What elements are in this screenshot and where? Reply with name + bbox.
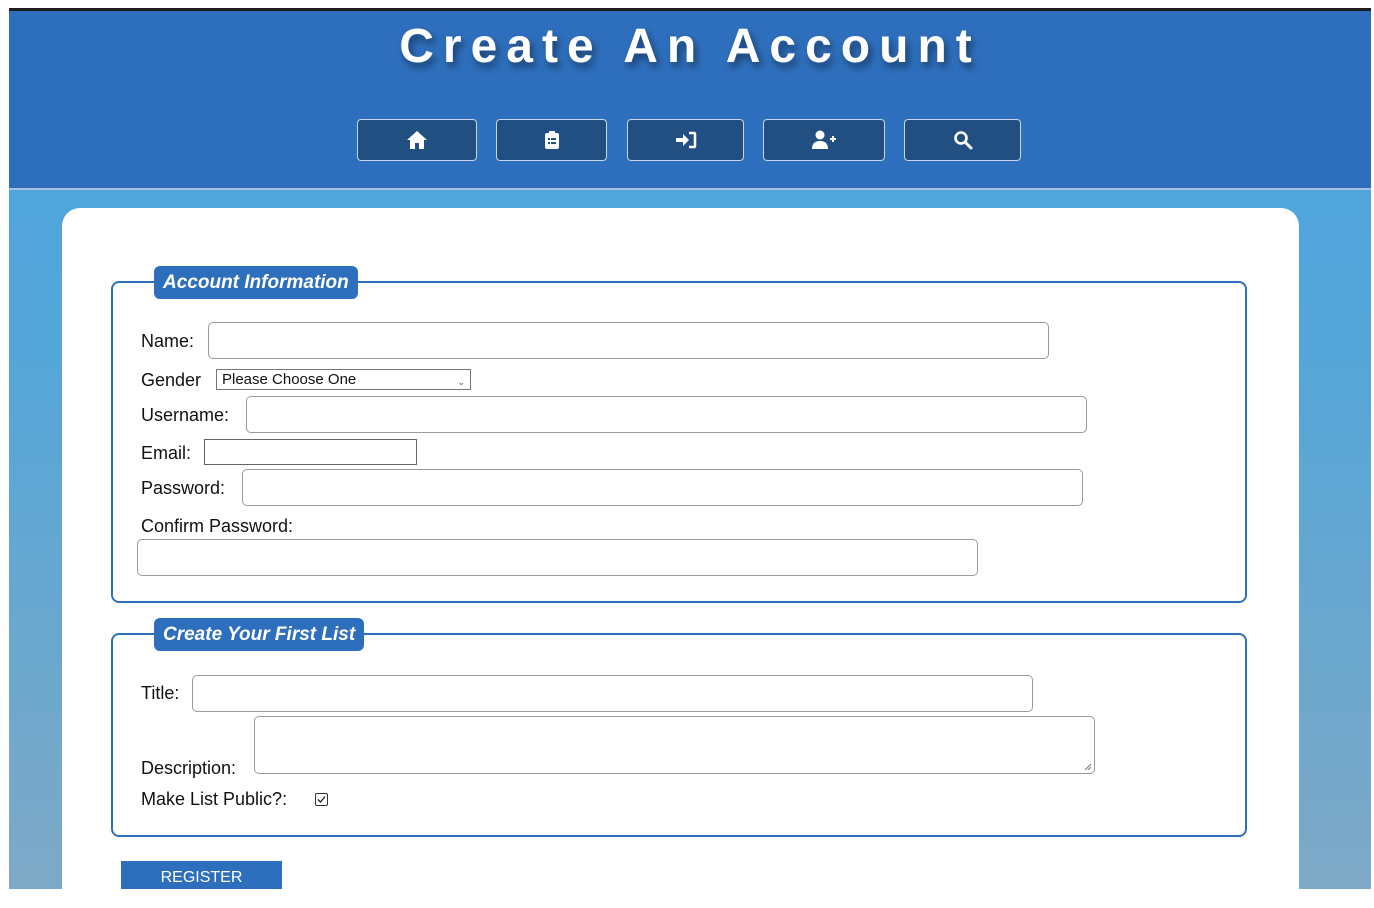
sign-in-icon	[675, 131, 696, 149]
description-label: Description:	[141, 758, 237, 778]
description-textarea[interactable]	[254, 716, 1095, 774]
nav-login-button[interactable]	[627, 119, 744, 161]
home-icon	[407, 131, 427, 149]
nav-register-button[interactable]	[763, 119, 885, 161]
create-first-list-legend: Create Your First List	[154, 618, 365, 651]
gender-select[interactable]: Please Choose One ⌄	[216, 369, 471, 390]
make-public-checkbox[interactable]	[315, 793, 328, 806]
gender-selected-value: Please Choose One	[222, 371, 357, 388]
nav-lists-button[interactable]	[496, 119, 607, 161]
name-label: Name:	[141, 331, 195, 351]
site-header: Create An Account	[9, 8, 1371, 190]
email-label: Email:	[141, 443, 192, 463]
username-label: Username:	[141, 405, 230, 425]
account-information-legend: Account Information	[154, 266, 358, 299]
clipboard-list-icon	[544, 131, 559, 149]
checkmark-icon	[317, 796, 326, 803]
password-label: Password:	[141, 478, 226, 498]
nav-home-button[interactable]	[357, 119, 477, 161]
password-input[interactable]	[242, 469, 1083, 506]
nav-search-button[interactable]	[904, 119, 1021, 161]
confirm-password-label: Confirm Password:	[141, 516, 294, 536]
form-card: Account Information Name: Gender Please …	[62, 208, 1299, 908]
account-information-section: Account Information Name: Gender Please …	[111, 266, 1247, 603]
list-title-input[interactable]	[192, 675, 1033, 712]
resize-grip-icon	[1084, 763, 1092, 771]
user-plus-icon	[812, 130, 836, 149]
gender-label: Gender	[141, 370, 202, 390]
confirm-password-input[interactable]	[137, 539, 978, 576]
name-input[interactable]	[208, 322, 1049, 359]
register-button[interactable]: REGISTER	[121, 861, 282, 889]
page-title: Create An Account	[399, 20, 981, 73]
chevron-down-icon: ⌄	[457, 377, 465, 387]
make-public-label: Make List Public?:	[141, 789, 288, 809]
create-first-list-section: Create Your First List Title: Descriptio…	[111, 618, 1247, 837]
search-icon	[953, 131, 972, 150]
username-input[interactable]	[246, 396, 1087, 433]
email-input[interactable]	[204, 439, 417, 465]
list-title-label: Title:	[141, 683, 180, 703]
